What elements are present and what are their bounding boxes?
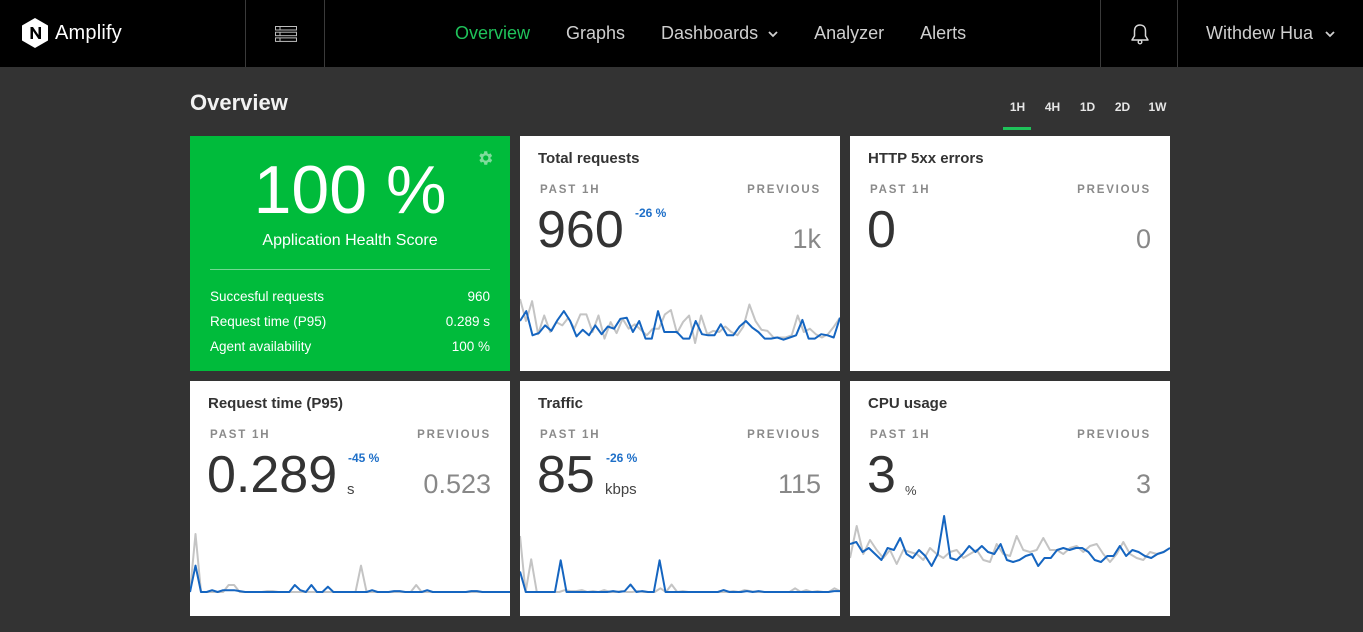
period-label: PAST 1H [540, 184, 601, 196]
previous-value: 1k [792, 224, 821, 254]
card-title: CPU usage [868, 395, 948, 412]
unit-label: s [347, 481, 355, 498]
unit-label: % [905, 483, 917, 498]
chevron-down-icon [1325, 30, 1335, 37]
card-title: Request time (P95) [208, 395, 344, 412]
health-row: Request time (P95) 0.289 s [210, 314, 490, 329]
delta-badge: -45 % [348, 451, 380, 465]
previous-label: PREVIOUS [1077, 184, 1151, 196]
bell-icon [1130, 23, 1149, 45]
health-score-card: 100 % Application Health Score Succesful… [190, 136, 510, 371]
nav-label: Analyzer [814, 23, 885, 43]
range-4h[interactable]: 4H [1035, 96, 1070, 130]
chevron-down-icon [768, 30, 778, 37]
unit-label: kbps [605, 481, 637, 498]
period-label: PAST 1H [870, 429, 931, 441]
current-value: 0.289 [207, 446, 338, 504]
divider [1177, 0, 1178, 67]
previous-value: 0.523 [423, 469, 491, 499]
metric-card-http-5xx-errors[interactable]: HTTP 5xx errors PAST 1H PREVIOUS 0 0 [850, 136, 1170, 371]
menu-toggle-button[interactable] [246, 0, 325, 67]
nginx-logo-icon [22, 18, 48, 48]
health-row-label: Request time (P95) [210, 314, 327, 329]
nav-item-overview[interactable]: Overview [455, 23, 530, 44]
nav-item-dashboards[interactable]: Dashboards [661, 23, 778, 44]
current-value: 960 [537, 201, 624, 259]
range-1d[interactable]: 1D [1070, 96, 1105, 130]
health-row-value: 960 [467, 289, 490, 304]
card-title: HTTP 5xx errors [868, 150, 984, 167]
user-name: Withdew Hua [1206, 23, 1314, 43]
previous-series-line [190, 533, 510, 593]
sparkline [850, 515, 1170, 567]
top-navigation-bar: Amplify Overview Graphs Dashboards Analy… [0, 0, 1363, 67]
nav-item-analyzer[interactable]: Analyzer [814, 23, 884, 44]
main-nav: Overview Graphs Dashboards Analyzer Aler… [455, 0, 1002, 67]
metric-card-request-time[interactable]: Request time (P95) PAST 1H PREVIOUS 0.28… [190, 381, 510, 616]
range-1h[interactable]: 1H [1000, 96, 1035, 130]
nav-label: Graphs [566, 23, 626, 43]
divider [210, 269, 490, 270]
nav-item-alerts[interactable]: Alerts [920, 23, 966, 44]
sparkline [190, 533, 510, 593]
range-2d[interactable]: 2D [1105, 96, 1140, 130]
previous-value: 0 [1135, 224, 1151, 254]
current-series-line [520, 559, 840, 593]
metric-card-cpu-usage[interactable]: CPU usage PAST 1H PREVIOUS 3 % 3 [850, 381, 1170, 616]
nav-label: Alerts [920, 23, 967, 43]
delta-badge: -26 % [606, 451, 638, 465]
page-title: Overview [190, 90, 288, 115]
previous-value: 115 [777, 469, 821, 499]
previous-series-line [850, 525, 1170, 565]
health-row-label: Succesful requests [210, 289, 325, 304]
brand-name: Amplify [55, 21, 122, 44]
period-label: PAST 1H [210, 429, 271, 441]
user-menu[interactable]: Withdew Hua [1206, 0, 1335, 67]
brand[interactable]: Amplify [22, 18, 122, 48]
nav-label: Overview [455, 23, 531, 43]
sparkline [520, 535, 840, 593]
previous-label: PREVIOUS [417, 429, 491, 441]
delta-badge: -26 % [635, 206, 667, 220]
current-series-line [190, 564, 510, 593]
current-value: 0 [867, 201, 896, 259]
health-row: Succesful requests 960 [210, 289, 490, 304]
health-score-label: Application Health Score [262, 232, 438, 249]
health-row-value: 0.289 s [445, 314, 490, 329]
notifications-button[interactable] [1101, 0, 1178, 67]
nav-label: Dashboards [661, 23, 759, 43]
previous-label: PREVIOUS [747, 184, 821, 196]
health-row-label: Agent availability [210, 339, 312, 354]
nav-item-graphs[interactable]: Graphs [566, 23, 625, 44]
metric-card-traffic[interactable]: Traffic PAST 1H PREVIOUS 85 -26 % kbps 1… [520, 381, 840, 616]
previous-label: PREVIOUS [747, 429, 821, 441]
previous-series-line [520, 535, 840, 593]
metric-card-total-requests[interactable]: Total requests PAST 1H PREVIOUS 960 -26 … [520, 136, 840, 371]
health-score-value: 100 % [253, 152, 447, 228]
divider [324, 0, 325, 67]
current-value: 85 [537, 446, 595, 504]
time-range-selector: 1H 4H 1D 2D 1W [1000, 96, 1175, 130]
list-menu-icon [274, 25, 297, 42]
current-value: 3 [867, 446, 896, 504]
sparkline [520, 298, 840, 344]
period-label: PAST 1H [870, 184, 931, 196]
health-row-value: 100 % [451, 339, 490, 354]
card-title: Total requests [538, 150, 640, 167]
previous-label: PREVIOUS [1077, 429, 1151, 441]
current-series-line [850, 515, 1170, 567]
period-label: PAST 1H [540, 429, 601, 441]
range-1w[interactable]: 1W [1140, 96, 1175, 130]
previous-value: 3 [1135, 469, 1151, 499]
card-title: Traffic [538, 395, 584, 412]
health-row: Agent availability 100 % [210, 339, 490, 354]
